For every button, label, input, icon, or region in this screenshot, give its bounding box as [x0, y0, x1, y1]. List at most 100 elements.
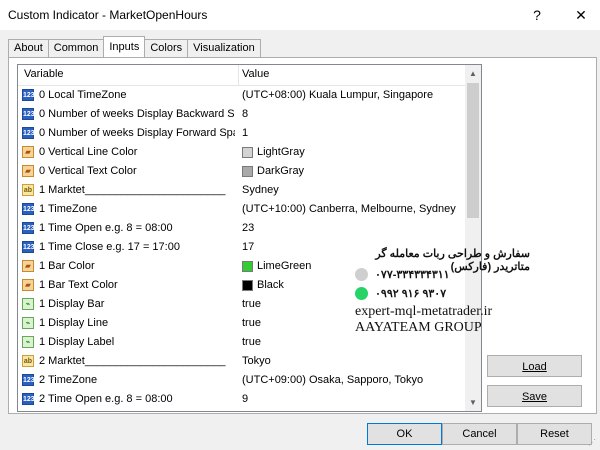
variable-name: 2 Time Open e.g. 8 = 08:00 [39, 393, 173, 405]
tab-strip: About Common Inputs Colors Visualization [8, 36, 261, 57]
color-swatch [242, 146, 253, 158]
variable-name: 2 TimeZone [39, 374, 98, 386]
variable-name: 0 Local TimeZone [39, 89, 127, 101]
string-type-icon: ab [22, 355, 34, 367]
variable-value[interactable]: 23 [242, 222, 254, 234]
integer-type-icon: 123 [22, 203, 35, 215]
variable-name: 1 Bar Text Color [39, 279, 118, 291]
reset-button[interactable]: Reset [517, 423, 592, 445]
tab-about[interactable]: About [8, 39, 49, 57]
color-type-icon: ▰ [22, 146, 34, 158]
column-header-value[interactable]: Value [242, 68, 269, 80]
cancel-button[interactable]: Cancel [442, 423, 517, 445]
value-text: (UTC+08:00) Kuala Lumpur, Singapore [242, 89, 434, 101]
variable-name: 1 Display Line [39, 317, 109, 329]
variable-value[interactable]: 8 [242, 108, 248, 120]
variable-value[interactable]: 1 [242, 127, 248, 139]
integer-type-icon: 123 [22, 241, 35, 253]
color-swatch [242, 260, 253, 272]
value-text: true [242, 317, 261, 329]
vertical-scrollbar[interactable]: ▲ ▼ [465, 65, 481, 411]
variable-name: 1 Marktet_______________________ [39, 184, 226, 196]
value-text: Sydney [242, 184, 279, 196]
variable-value[interactable]: 9 [242, 393, 248, 405]
table-row[interactable]: 123 0 Number of weeks Display Forward Spa… [18, 124, 465, 143]
value-text: (UTC+09:00) Osaka, Sapporo, Tokyo [242, 374, 424, 386]
tab-visualization[interactable]: Visualization [187, 39, 261, 57]
boolean-type-icon: ⌁ [22, 298, 34, 310]
scroll-thumb[interactable] [467, 83, 479, 218]
watermark-site: expert-mql-metatrader.ir [355, 304, 493, 319]
variable-value[interactable]: Sydney [242, 184, 279, 196]
value-text: Black [257, 279, 284, 291]
color-type-icon: ▰ [22, 279, 34, 291]
value-text: true [242, 298, 261, 310]
watermark: سفارش و طراحی ربات معامله گر متاتریدر (ف… [355, 247, 535, 337]
string-type-icon: ab [22, 184, 34, 196]
integer-type-icon: 123 [22, 89, 35, 101]
variable-value[interactable]: DarkGray [242, 165, 304, 177]
help-button[interactable]: ? [522, 4, 552, 26]
variable-value[interactable]: LimeGreen [242, 260, 311, 272]
variable-value[interactable]: (UTC+10:00) Canberra, Melbourne, Sydney [242, 203, 456, 215]
tab-inputs[interactable]: Inputs [103, 36, 146, 57]
value-text: 23 [242, 222, 255, 234]
value-text: 8 [242, 108, 249, 120]
variable-value[interactable]: (UTC+08:00) Kuala Lumpur, Singapore [242, 89, 433, 101]
value-text: DarkGray [257, 165, 305, 177]
inputs-table: Variable Value 123 0 Local TimeZone (UTC+0… [17, 64, 482, 412]
scroll-down-icon[interactable]: ▼ [465, 394, 481, 411]
variable-value[interactable]: Black [242, 279, 284, 291]
integer-type-icon: 123 [22, 393, 35, 405]
table-row[interactable]: ab 2 Marktet_______________________ Tokyo [18, 352, 465, 371]
column-divider[interactable] [238, 65, 239, 85]
variable-value[interactable]: true [242, 317, 261, 329]
table-row[interactable]: ▰ 0 Vertical Line Color LightGray [18, 143, 465, 162]
variable-value[interactable]: LightGray [242, 146, 305, 158]
title-bar: Custom Indicator - MarketOpenHours ? ✕ [0, 0, 600, 30]
variable-name: 1 TimeZone [39, 203, 98, 215]
tab-common[interactable]: Common [47, 39, 105, 57]
variable-value[interactable]: true [242, 336, 261, 348]
boolean-type-icon: ⌁ [22, 336, 34, 348]
value-text: 17 [242, 241, 255, 253]
variable-value[interactable]: 17 [242, 241, 254, 253]
column-header-variable[interactable]: Variable [24, 68, 64, 80]
table-row[interactable]: 123 2 TimeZone (UTC+09:00) Osaka, Sapporo,… [18, 371, 465, 390]
variable-value[interactable]: Tokyo [242, 355, 271, 367]
value-text: LightGray [257, 146, 305, 158]
variable-name: 0 Vertical Line Color [39, 146, 138, 158]
variable-name: 1 Bar Color [39, 260, 95, 272]
variable-name: 1 Display Label [39, 336, 115, 348]
tab-colors[interactable]: Colors [144, 39, 189, 57]
ok-button[interactable]: OK [367, 423, 442, 445]
integer-type-icon: 123 [22, 127, 35, 139]
load-button[interactable]: Load [487, 355, 582, 377]
scroll-up-icon[interactable]: ▲ [465, 65, 481, 82]
variable-value[interactable]: (UTC+09:00) Osaka, Sapporo, Tokyo [242, 374, 423, 386]
variable-name: 1 Display Bar [39, 298, 105, 310]
variable-value[interactable]: true [242, 298, 261, 310]
close-button[interactable]: ✕ [566, 4, 596, 26]
load-button-label: Load [522, 361, 547, 373]
table-row[interactable]: 123 2 Time Open e.g. 8 = 08:00 9 [18, 390, 465, 409]
table-row[interactable]: 123 1 TimeZone (UTC+10:00) Canberra, Melbo… [18, 200, 465, 219]
table-row[interactable]: ▰ 0 Vertical Text Color DarkGray [18, 162, 465, 181]
variable-name: 2 Marktet_______________________ [39, 355, 226, 367]
save-button[interactable]: Save [487, 385, 582, 407]
value-text: true [242, 336, 261, 348]
table-row[interactable]: ab 1 Marktet_______________________ Sydney [18, 181, 465, 200]
table-header: Variable Value [18, 65, 465, 86]
variable-name: 0 Vertical Text Color [39, 165, 137, 177]
table-row[interactable]: 123 0 Local TimeZone (UTC+08:00) Kuala Lum… [18, 86, 465, 105]
table-row[interactable]: 123 0 Number of weeks Display Backward Sp… [18, 105, 465, 124]
phone-icon [355, 268, 368, 281]
integer-type-icon: 123 [22, 108, 35, 120]
boolean-type-icon: ⌁ [22, 317, 34, 329]
table-row[interactable]: 123 1 Time Open e.g. 8 = 08:00 23 [18, 219, 465, 238]
watermark-phone-2: ۰۹۹۲ ۹۱۶ ۹۳۰۷ [375, 288, 447, 300]
resize-grip-icon[interactable]: ⋰ [588, 438, 598, 448]
variable-name: 1 Time Open e.g. 8 = 08:00 [39, 222, 173, 234]
color-swatch [242, 279, 253, 291]
color-type-icon: ▰ [22, 165, 34, 177]
